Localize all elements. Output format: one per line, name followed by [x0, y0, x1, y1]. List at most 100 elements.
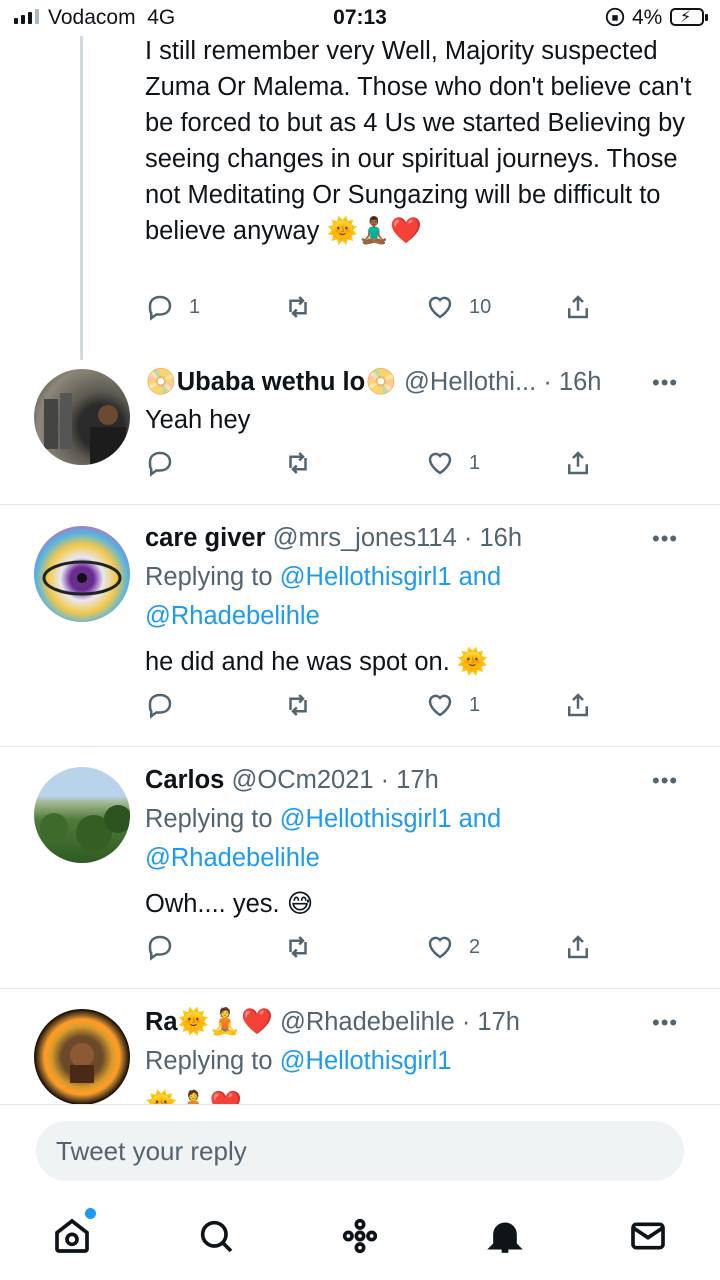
- share-button[interactable]: [563, 292, 593, 322]
- like-count: 1: [469, 451, 481, 474]
- more-options-button[interactable]: •••: [652, 1010, 678, 1036]
- tweet-text: I still remember very Well, Majority sus…: [145, 37, 692, 245]
- tweet-text: he did and he was spot on. 🌞: [145, 648, 489, 676]
- tweet-actions: 1: [145, 448, 605, 484]
- like-button[interactable]: 2: [425, 932, 480, 962]
- battery-icon: ⚡: [670, 8, 708, 26]
- handle[interactable]: @OCm2021: [231, 766, 373, 794]
- reply-icon: [148, 935, 172, 961]
- spaces-icon: [342, 1218, 378, 1254]
- handle[interactable]: @Hellothi...: [404, 368, 536, 396]
- timestamp[interactable]: · 16h: [464, 524, 522, 552]
- share-icon: [568, 935, 588, 959]
- tab-spaces[interactable]: [340, 1216, 380, 1256]
- bottom-tab-bar: [0, 1202, 720, 1272]
- share-button[interactable]: [563, 932, 593, 962]
- retweet-icon: [289, 694, 307, 716]
- notifications-icon: [487, 1222, 523, 1253]
- tweet-header: Carlos @OCm2021 · 17h: [145, 764, 439, 796]
- handle[interactable]: @mrs_jones114: [273, 524, 457, 552]
- tweet-text: Yeah hey: [145, 406, 251, 434]
- replying-to: Replying to @Hellothisgirl1 and @Rhadebe…: [145, 558, 665, 636]
- tab-home[interactable]: [52, 1208, 96, 1256]
- like-button[interactable]: 1: [425, 448, 480, 478]
- retweet-icon: [289, 296, 307, 318]
- tweet-header: Ra🌞🧘❤️ @Rhadebelihle · 17h: [145, 1006, 520, 1038]
- mention-link[interactable]: @Hellothisgirl1: [280, 1047, 452, 1075]
- landscape-avatar-image: [40, 805, 130, 851]
- more-options-button[interactable]: •••: [652, 526, 678, 552]
- reply-icon: [148, 693, 172, 719]
- tweet-actions: 1: [145, 690, 605, 726]
- retweet-button[interactable]: [283, 448, 313, 478]
- tweet-text: Owh.... yes. 😅: [145, 890, 314, 918]
- share-icon: [568, 295, 588, 319]
- like-count: 10: [469, 295, 492, 318]
- avatar-image: [44, 1019, 120, 1095]
- reply-button[interactable]: [145, 448, 175, 478]
- avatar[interactable]: [34, 1009, 130, 1105]
- avatar[interactable]: [34, 369, 130, 465]
- like-button[interactable]: 10: [425, 292, 491, 322]
- tweet-actions: 1 10: [145, 292, 605, 328]
- rotation-lock-icon: [604, 6, 626, 34]
- display-name[interactable]: Carlos: [145, 766, 224, 794]
- heart-icon: [428, 452, 452, 475]
- reply-button[interactable]: 1: [145, 292, 200, 322]
- notification-dot: [85, 1208, 96, 1219]
- thread-line: [80, 36, 83, 360]
- share-icon: [568, 451, 588, 475]
- retweet-icon: [289, 936, 307, 958]
- heart-icon: [428, 936, 452, 959]
- like-count: 2: [469, 935, 481, 958]
- retweet-button[interactable]: [283, 932, 313, 962]
- status-bar: Vodacom 4G 07:13 4% ⚡: [0, 0, 720, 36]
- retweet-button[interactable]: [283, 690, 313, 720]
- replying-label: Replying to: [145, 563, 273, 591]
- avatar[interactable]: [34, 767, 130, 863]
- avatar-image: [44, 393, 126, 465]
- avatar[interactable]: [34, 526, 130, 622]
- timestamp[interactable]: · 17h: [381, 766, 439, 794]
- battery-percent: 4%: [632, 6, 663, 29]
- messages-icon: [631, 1222, 665, 1250]
- display-name[interactable]: 📀Ubaba wethu lo📀: [145, 368, 397, 396]
- reply-icon: [148, 295, 172, 321]
- tweet-text: 🌞🧘❤️: [145, 1089, 243, 1104]
- home-icon: [55, 1218, 89, 1253]
- divider: [0, 504, 720, 505]
- like-button[interactable]: 1: [425, 690, 480, 720]
- handle[interactable]: @Rhadebelihle: [280, 1008, 455, 1036]
- more-options-button[interactable]: •••: [652, 370, 678, 396]
- search-icon: [200, 1220, 233, 1253]
- display-name[interactable]: Ra🌞🧘❤️: [145, 1008, 273, 1036]
- reply-button[interactable]: [145, 932, 175, 962]
- heart-icon: [428, 694, 452, 717]
- retweet-button[interactable]: [283, 292, 313, 322]
- timestamp[interactable]: · 16h: [543, 368, 601, 396]
- replying-label: Replying to: [145, 1047, 273, 1075]
- replying-label: Replying to: [145, 805, 273, 833]
- divider: [0, 988, 720, 989]
- replying-to: Replying to @Hellothisgirl1 and @Rhadebe…: [145, 800, 665, 878]
- share-icon: [568, 693, 588, 717]
- display-name[interactable]: care giver: [145, 524, 266, 552]
- tweet-header: care giver @mrs_jones114 · 16h: [145, 522, 522, 554]
- divider: [0, 746, 720, 747]
- retweet-icon: [289, 452, 307, 474]
- tab-messages[interactable]: [628, 1216, 668, 1256]
- reply-icon: [148, 451, 172, 477]
- tweet-header: 📀Ubaba wethu lo📀 @Hellothi... · 16h: [145, 366, 601, 398]
- replying-to: Replying to @Hellothisgirl1: [145, 1042, 665, 1081]
- share-button[interactable]: [563, 690, 593, 720]
- tab-search[interactable]: [196, 1216, 236, 1256]
- more-options-button[interactable]: •••: [652, 768, 678, 794]
- timestamp[interactable]: · 17h: [462, 1008, 520, 1036]
- share-button[interactable]: [563, 448, 593, 478]
- like-count: 1: [469, 693, 481, 716]
- reply-button[interactable]: [145, 690, 175, 720]
- eye-avatar-image: [42, 560, 122, 596]
- reply-input[interactable]: [36, 1121, 684, 1181]
- heart-icon: [428, 296, 452, 319]
- tab-notifications[interactable]: [485, 1216, 525, 1256]
